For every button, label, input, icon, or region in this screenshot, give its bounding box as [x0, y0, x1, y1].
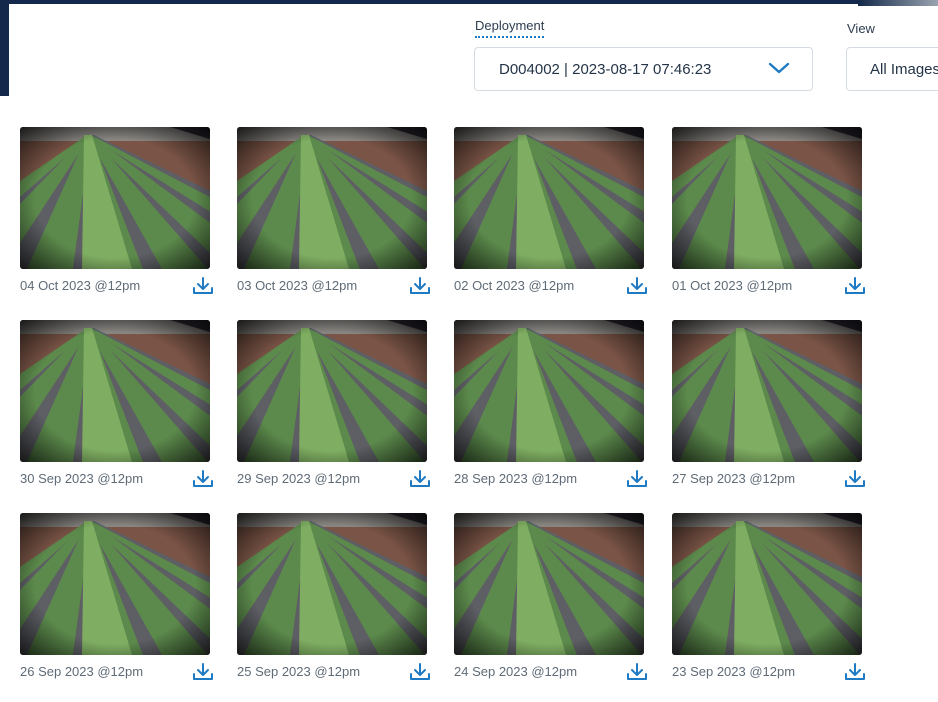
image-card: 28 Sep 2023 @12pm — [454, 320, 647, 487]
image-thumbnail[interactable] — [454, 320, 644, 462]
image-card: 24 Sep 2023 @12pm — [454, 513, 647, 680]
image-card: 25 Sep 2023 @12pm — [237, 513, 430, 680]
image-thumbnail[interactable] — [237, 127, 427, 269]
download-icon[interactable] — [409, 663, 431, 681]
image-thumbnail[interactable] — [237, 320, 427, 462]
header-corner — [858, 0, 938, 6]
image-card: 29 Sep 2023 @12pm — [237, 320, 430, 487]
download-icon[interactable] — [409, 470, 431, 488]
image-caption: 25 Sep 2023 @12pm — [237, 664, 361, 679]
download-icon[interactable] — [844, 277, 866, 295]
image-card: 02 Oct 2023 @12pm — [454, 127, 647, 294]
image-card: 03 Oct 2023 @12pm — [237, 127, 430, 294]
image-card: 04 Oct 2023 @12pm — [20, 127, 213, 294]
download-icon[interactable] — [192, 470, 214, 488]
download-icon[interactable] — [844, 470, 866, 488]
download-icon[interactable] — [626, 277, 648, 295]
image-caption: 01 Oct 2023 @12pm — [672, 278, 793, 293]
image-thumbnail[interactable] — [672, 513, 862, 655]
download-icon[interactable] — [844, 663, 866, 681]
view-select[interactable]: All Images — [846, 47, 938, 91]
image-card: 01 Oct 2023 @12pm — [672, 127, 865, 294]
deployment-label: Deployment — [475, 18, 545, 38]
image-caption: 30 Sep 2023 @12pm — [20, 471, 144, 486]
image-card: 26 Sep 2023 @12pm — [20, 513, 213, 680]
image-caption: 23 Sep 2023 @12pm — [672, 664, 796, 679]
image-caption: 02 Oct 2023 @12pm — [454, 278, 575, 293]
download-icon[interactable] — [626, 470, 648, 488]
image-caption: 27 Sep 2023 @12pm — [672, 471, 796, 486]
header-strip — [0, 0, 938, 4]
download-icon[interactable] — [192, 663, 214, 681]
image-thumbnail[interactable] — [237, 513, 427, 655]
image-caption: 04 Oct 2023 @12pm — [20, 278, 141, 293]
image-thumbnail[interactable] — [454, 127, 644, 269]
image-thumbnail[interactable] — [20, 320, 210, 462]
image-thumbnail[interactable] — [672, 127, 862, 269]
header-band — [0, 0, 9, 96]
image-caption: 29 Sep 2023 @12pm — [237, 471, 361, 486]
chevron-down-icon — [768, 62, 790, 74]
view-label: View — [847, 21, 875, 36]
image-thumbnail[interactable] — [672, 320, 862, 462]
image-caption: 28 Sep 2023 @12pm — [454, 471, 578, 486]
image-thumbnail[interactable] — [20, 513, 210, 655]
image-caption: 03 Oct 2023 @12pm — [237, 278, 358, 293]
download-icon[interactable] — [626, 663, 648, 681]
download-icon[interactable] — [409, 277, 431, 295]
download-icon[interactable] — [192, 277, 214, 295]
deployment-select-value: D004002 | 2023-08-17 07:46:23 — [499, 60, 712, 78]
deployment-select[interactable]: D004002 | 2023-08-17 07:46:23 — [474, 47, 813, 91]
image-thumbnail[interactable] — [20, 127, 210, 269]
image-caption: 26 Sep 2023 @12pm — [20, 664, 144, 679]
view-select-value: All Images — [870, 60, 938, 78]
image-card: 23 Sep 2023 @12pm — [672, 513, 865, 680]
image-thumbnail[interactable] — [454, 513, 644, 655]
image-card: 27 Sep 2023 @12pm — [672, 320, 865, 487]
image-card: 30 Sep 2023 @12pm — [20, 320, 213, 487]
image-caption: 24 Sep 2023 @12pm — [454, 664, 578, 679]
